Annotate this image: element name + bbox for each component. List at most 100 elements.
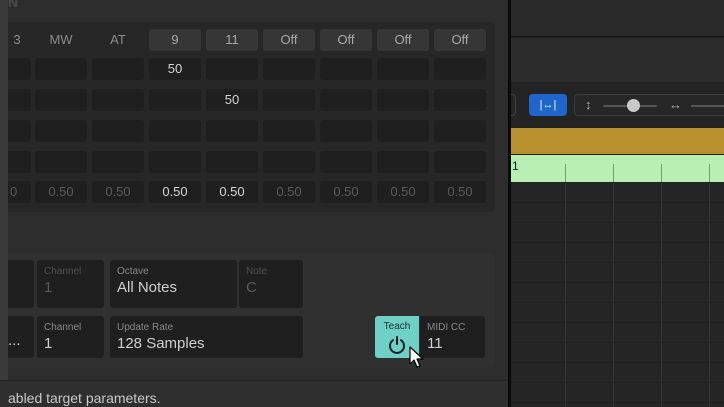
status-bar: abled target parameters. bbox=[0, 380, 508, 407]
column-header-11[interactable]: 11 bbox=[206, 29, 258, 51]
midi-cc-value: 11 bbox=[427, 335, 443, 352]
channel-field[interactable]: Channel 1 bbox=[37, 316, 104, 358]
mouse-pointer-icon bbox=[409, 346, 424, 368]
grid-cell[interactable] bbox=[320, 58, 372, 80]
region-beat-tick bbox=[709, 164, 710, 182]
horizontal-zoom-icon: ↔ bbox=[669, 97, 682, 112]
power-icon bbox=[389, 336, 405, 354]
tracks-control-bar bbox=[511, 38, 724, 82]
channel-value: 1 bbox=[44, 279, 53, 296]
region-beat-tick bbox=[613, 164, 614, 182]
midi-region[interactable] bbox=[511, 155, 724, 182]
vertical-zoom-knob[interactable] bbox=[627, 99, 640, 112]
column-header-off-1[interactable]: Off bbox=[263, 29, 315, 51]
grid-line bbox=[613, 183, 614, 407]
fit-width-button[interactable]: |↔| bbox=[529, 94, 567, 116]
grid-cell[interactable] bbox=[263, 151, 315, 173]
note-value: C bbox=[246, 279, 257, 296]
grid-cell[interactable] bbox=[434, 120, 486, 142]
status-text: abled target parameters. bbox=[8, 390, 161, 406]
grid-line bbox=[565, 183, 566, 407]
column-header-off-2[interactable]: Off bbox=[320, 29, 372, 51]
grid-value-cell[interactable]: 0.50 bbox=[92, 181, 144, 203]
grid-value-cell[interactable]: 0.50 bbox=[320, 181, 372, 203]
octave-label: Octave bbox=[117, 266, 149, 277]
octave-field[interactable]: Octave All Notes bbox=[110, 260, 237, 308]
grid-value-cell[interactable]: 0.50 bbox=[263, 181, 315, 203]
grid-cell[interactable] bbox=[320, 120, 372, 142]
grid-cell[interactable] bbox=[92, 151, 144, 173]
grid-cell[interactable] bbox=[149, 120, 201, 142]
column-header-partial: 3 bbox=[13, 32, 21, 47]
grid-cell[interactable] bbox=[92, 89, 144, 111]
grid-cell[interactable] bbox=[8, 58, 31, 80]
partial-field[interactable] bbox=[8, 260, 34, 308]
grid-cell[interactable] bbox=[35, 58, 87, 80]
grid-cell[interactable] bbox=[377, 58, 429, 80]
arrangement-marker-bar[interactable] bbox=[511, 128, 724, 154]
channel-label: Channel bbox=[44, 266, 82, 277]
grid-cell[interactable] bbox=[35, 89, 87, 111]
grid-value-cell[interactable]: 0.50 bbox=[377, 181, 429, 203]
region-label: 1 bbox=[512, 159, 519, 173]
midi-cc-label: MIDI CC bbox=[427, 322, 466, 333]
panel-edge bbox=[0, 0, 8, 407]
grid-cell-value[interactable]: 50 bbox=[206, 89, 258, 111]
channel-field-disabled: Channel 1 bbox=[37, 260, 104, 308]
grid-cell[interactable] bbox=[92, 120, 144, 142]
grid-value-cell[interactable]: 0.50 bbox=[206, 181, 258, 203]
note-field-disabled: Note C bbox=[239, 260, 303, 308]
grid-cell[interactable] bbox=[8, 89, 31, 111]
grid-cell[interactable] bbox=[434, 151, 486, 173]
grid-cell[interactable] bbox=[35, 120, 87, 142]
grid-cell[interactable] bbox=[8, 151, 31, 173]
grid-value-cell[interactable]: 0.50 bbox=[149, 181, 201, 203]
update-rate-field[interactable]: Update Rate 128 Samples bbox=[110, 316, 303, 358]
grid-cell[interactable] bbox=[8, 120, 31, 142]
region-beat-tick bbox=[565, 164, 566, 182]
region-beat-tick bbox=[661, 164, 662, 182]
tracks-window: |↔| ↕ ↔ 1 bbox=[511, 0, 724, 407]
grid-cell[interactable] bbox=[377, 89, 429, 111]
zoom-controls: ↕ ↔ bbox=[574, 94, 724, 116]
grid-cell[interactable] bbox=[206, 120, 258, 142]
grid-value-cell[interactable]: 0.50 bbox=[434, 181, 486, 203]
grid-cell[interactable] bbox=[377, 120, 429, 142]
grid-cell[interactable] bbox=[206, 151, 258, 173]
vertical-zoom-icon: ↕ bbox=[585, 97, 592, 112]
grid-cell[interactable] bbox=[92, 58, 144, 80]
grid-cell[interactable] bbox=[206, 58, 258, 80]
grid-value-cell[interactable]: 0 bbox=[8, 181, 31, 203]
grid-cell[interactable] bbox=[149, 151, 201, 173]
grid-cell[interactable] bbox=[320, 89, 372, 111]
grid-cell[interactable] bbox=[263, 120, 315, 142]
grid-line bbox=[661, 183, 662, 407]
grid-cell-value[interactable]: 50 bbox=[149, 58, 201, 80]
horizontal-zoom-slider[interactable] bbox=[691, 105, 724, 107]
grid-line bbox=[709, 183, 710, 407]
column-header-off-4[interactable]: Off bbox=[434, 29, 486, 51]
panel-corner-glyph: N bbox=[8, 0, 19, 10]
midi-controller-panel: N 3 MW AT 9 11 Off Off Off Off 50 50 0 0… bbox=[0, 0, 508, 407]
piano-roll-lanes[interactable] bbox=[511, 183, 724, 407]
grid-cell[interactable] bbox=[263, 89, 315, 111]
midi-cc-field[interactable]: MIDI CC 11 bbox=[420, 316, 485, 358]
toolbar-button-partial[interactable] bbox=[511, 94, 516, 116]
column-header-off-3[interactable]: Off bbox=[377, 29, 429, 51]
grid-cell[interactable] bbox=[377, 151, 429, 173]
column-header-9[interactable]: 9 bbox=[149, 29, 201, 51]
grid-cell[interactable] bbox=[149, 89, 201, 111]
tracks-title-bar bbox=[511, 0, 724, 37]
update-rate-label: Update Rate bbox=[117, 322, 174, 333]
update-rate-value: 128 Samples bbox=[117, 335, 205, 352]
grid-cell[interactable] bbox=[35, 151, 87, 173]
fit-width-icon: |↔| bbox=[539, 99, 557, 111]
grid-cell[interactable] bbox=[320, 151, 372, 173]
grid-cell[interactable] bbox=[263, 58, 315, 80]
partial-field-2[interactable]: ... bbox=[8, 316, 34, 358]
grid-cell[interactable] bbox=[434, 58, 486, 80]
column-header-at: AT bbox=[110, 32, 126, 47]
grid-cell[interactable] bbox=[434, 89, 486, 111]
grid-value-cell[interactable]: 0.50 bbox=[35, 181, 87, 203]
partial-value: ... bbox=[8, 332, 21, 349]
